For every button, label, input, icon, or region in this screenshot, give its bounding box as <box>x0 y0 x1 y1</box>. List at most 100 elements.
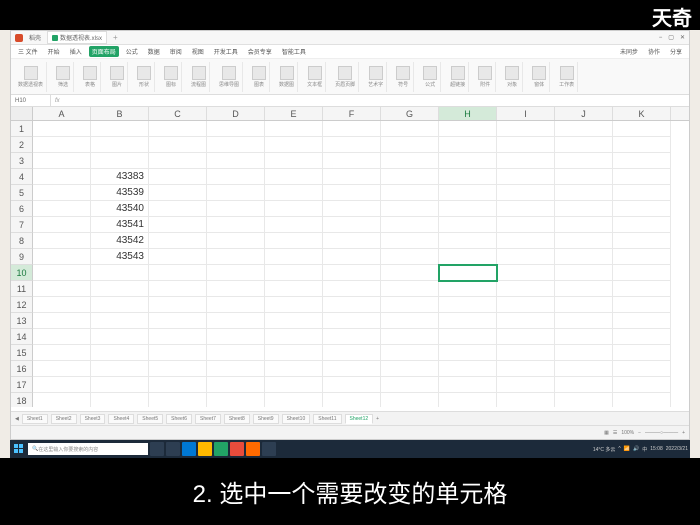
cell[interactable] <box>555 377 613 393</box>
column-header[interactable]: F <box>323 107 381 120</box>
cell[interactable] <box>555 249 613 265</box>
column-header[interactable]: C <box>149 107 207 120</box>
cell[interactable] <box>323 281 381 297</box>
cell[interactable] <box>323 249 381 265</box>
cell[interactable] <box>91 313 149 329</box>
cell[interactable] <box>33 137 91 153</box>
cell[interactable] <box>91 153 149 169</box>
cell[interactable] <box>265 121 323 137</box>
cell[interactable] <box>555 137 613 153</box>
cell[interactable] <box>555 297 613 313</box>
cell[interactable] <box>497 297 555 313</box>
cell[interactable] <box>265 297 323 313</box>
cell[interactable] <box>33 345 91 361</box>
cell[interactable] <box>613 265 671 281</box>
cell[interactable] <box>323 361 381 377</box>
cell[interactable] <box>497 233 555 249</box>
column-header[interactable]: K <box>613 107 671 120</box>
sheet-tab[interactable]: Sheet5 <box>137 414 163 424</box>
ribbon-group[interactable]: 超链接 <box>447 62 469 92</box>
cell[interactable] <box>497 345 555 361</box>
ribbon-group[interactable]: 艺术字 <box>365 62 387 92</box>
cell[interactable] <box>265 329 323 345</box>
system-tray[interactable]: 14°C 多云 ^ 📶 🔊 中 15:08 2022/3/21 <box>593 446 688 453</box>
cell[interactable] <box>33 265 91 281</box>
cell[interactable] <box>33 329 91 345</box>
cell[interactable] <box>555 329 613 345</box>
taskbar-app-icon[interactable] <box>214 442 228 456</box>
cell[interactable]: 43540 <box>91 201 149 217</box>
zoom-in-icon[interactable]: + <box>682 430 685 436</box>
cell[interactable] <box>265 201 323 217</box>
menu-item[interactable]: 页面布局 <box>89 46 119 57</box>
column-header[interactable]: I <box>497 107 555 120</box>
cell[interactable] <box>91 281 149 297</box>
cell[interactable] <box>323 377 381 393</box>
ribbon-group[interactable]: 图表 <box>249 62 270 92</box>
cell[interactable] <box>439 377 497 393</box>
cell[interactable] <box>497 169 555 185</box>
name-box[interactable]: H10 <box>11 95 51 106</box>
cell[interactable] <box>381 169 439 185</box>
column-header[interactable]: J <box>555 107 613 120</box>
cell[interactable] <box>149 377 207 393</box>
cell[interactable] <box>323 185 381 201</box>
row-header[interactable]: 7 <box>11 217 33 233</box>
cell[interactable] <box>555 153 613 169</box>
cell[interactable] <box>207 121 265 137</box>
cell[interactable] <box>323 121 381 137</box>
cell[interactable] <box>207 233 265 249</box>
cell[interactable] <box>207 345 265 361</box>
ribbon-group[interactable]: 公式 <box>420 62 441 92</box>
sheet-tab[interactable]: Sheet11 <box>313 414 341 424</box>
sheet-tab[interactable]: Sheet2 <box>51 414 77 424</box>
cell[interactable] <box>33 297 91 313</box>
cell[interactable] <box>91 393 149 407</box>
cell[interactable] <box>439 361 497 377</box>
cell[interactable] <box>555 393 613 407</box>
ribbon-group[interactable]: 文本框 <box>304 62 326 92</box>
ribbon-group[interactable]: 窗体 <box>529 62 550 92</box>
cell[interactable] <box>381 377 439 393</box>
add-sheet-button[interactable]: + <box>376 416 379 422</box>
cell[interactable] <box>497 121 555 137</box>
cell[interactable] <box>613 137 671 153</box>
cell[interactable] <box>91 377 149 393</box>
cell[interactable] <box>323 393 381 407</box>
taskbar-app-icon[interactable] <box>246 442 260 456</box>
weather[interactable]: 14°C 多云 <box>593 446 616 453</box>
cell[interactable] <box>265 137 323 153</box>
cell[interactable] <box>265 249 323 265</box>
column-header[interactable]: H <box>439 107 497 120</box>
cell[interactable] <box>207 169 265 185</box>
cell[interactable] <box>33 249 91 265</box>
view-normal-icon[interactable]: ▦ <box>604 430 609 436</box>
cell[interactable] <box>323 265 381 281</box>
column-header[interactable]: B <box>91 107 149 120</box>
cell[interactable] <box>149 233 207 249</box>
cell[interactable] <box>33 313 91 329</box>
cell[interactable] <box>613 393 671 407</box>
menu-item[interactable]: 智能工具 <box>279 46 309 57</box>
cell[interactable] <box>613 377 671 393</box>
row-header[interactable]: 12 <box>11 297 33 313</box>
window-close-icon[interactable]: ✕ <box>680 34 685 41</box>
select-all-corner[interactable] <box>11 107 33 120</box>
cell[interactable] <box>33 201 91 217</box>
cell[interactable] <box>381 201 439 217</box>
cell[interactable] <box>381 281 439 297</box>
cell[interactable] <box>207 281 265 297</box>
sheet-tab[interactable]: Sheet10 <box>282 414 311 424</box>
cell[interactable] <box>323 201 381 217</box>
zoom-slider[interactable]: ———○——— <box>645 430 678 436</box>
cell[interactable] <box>207 185 265 201</box>
cell[interactable] <box>207 313 265 329</box>
cell[interactable] <box>439 313 497 329</box>
cell[interactable] <box>555 169 613 185</box>
time[interactable]: 15:08 <box>650 446 663 452</box>
cell[interactable] <box>149 121 207 137</box>
cell[interactable] <box>555 281 613 297</box>
row-header[interactable]: 11 <box>11 281 33 297</box>
menu-item[interactable]: 三 文件 <box>15 46 41 57</box>
cell[interactable] <box>323 217 381 233</box>
